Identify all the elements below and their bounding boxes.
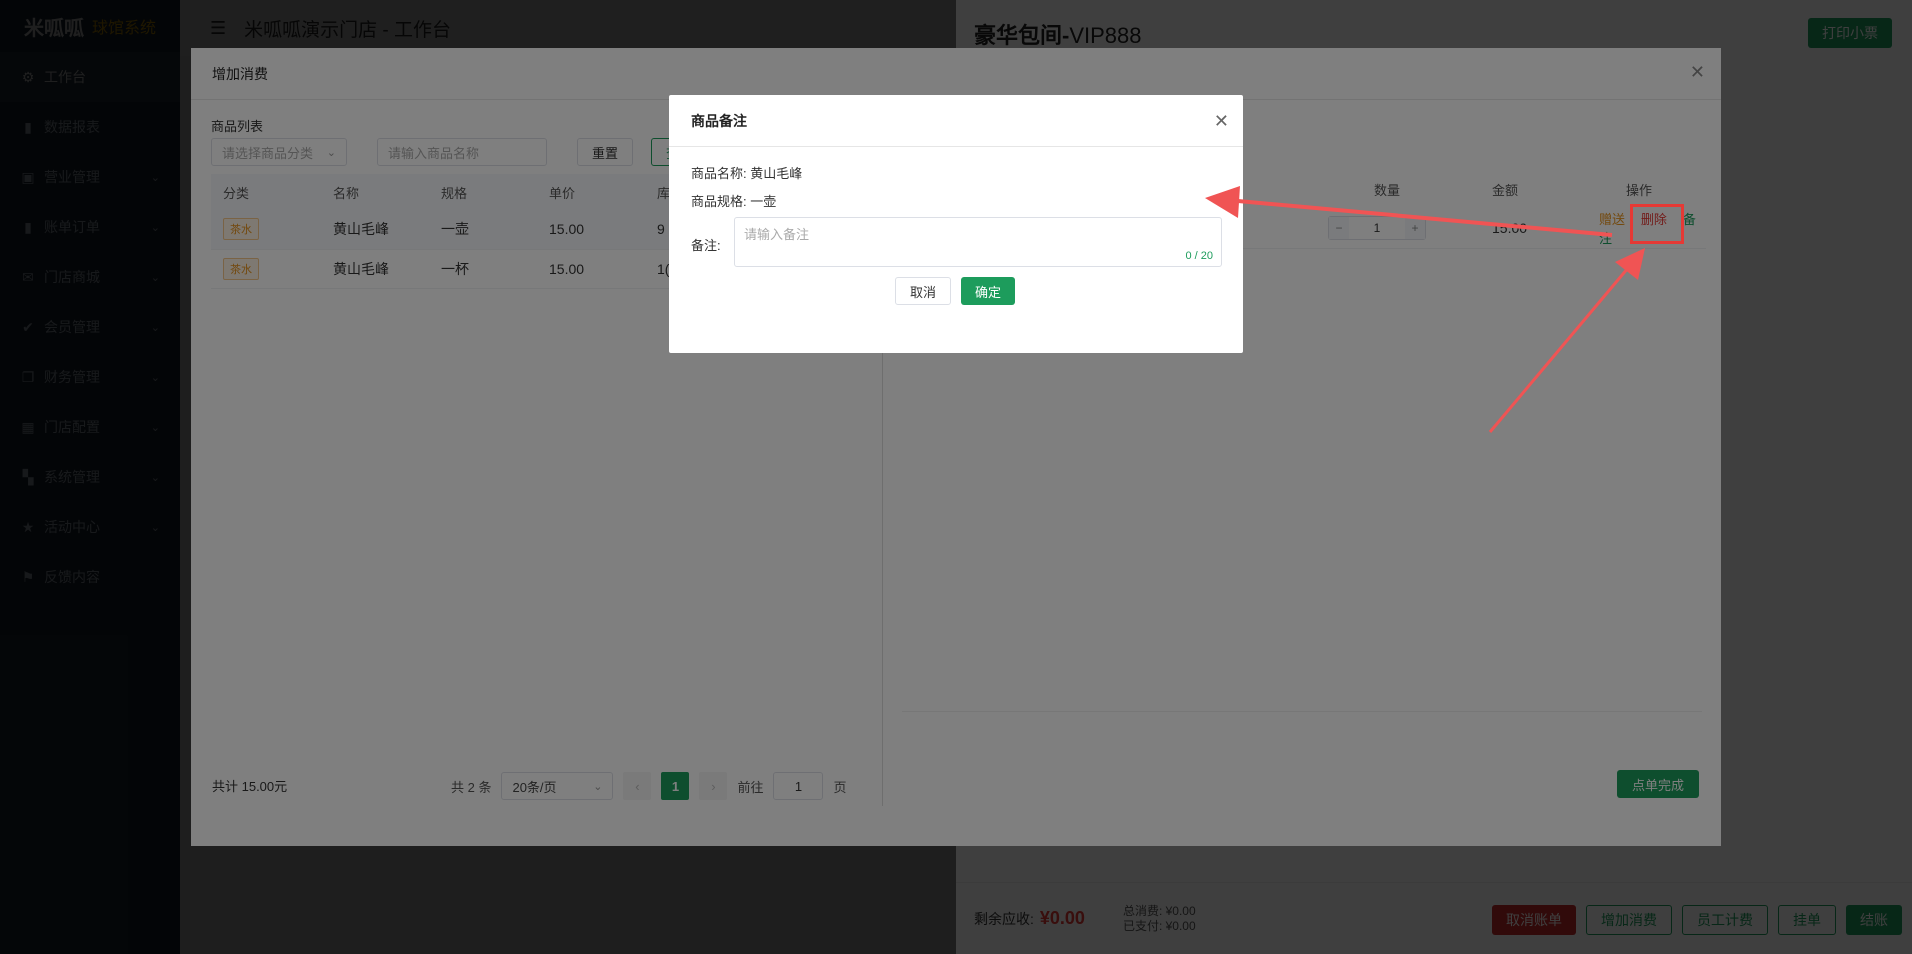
arrow-line <box>1237 199 1613 237</box>
annotation-arrows <box>1205 186 1645 433</box>
arrow-line <box>1488 267 1630 433</box>
arrow-head <box>1615 248 1645 280</box>
arrow-to-dialog <box>1205 186 1613 237</box>
arrow-to-note <box>1488 248 1645 433</box>
arrow-head <box>1205 186 1240 218</box>
